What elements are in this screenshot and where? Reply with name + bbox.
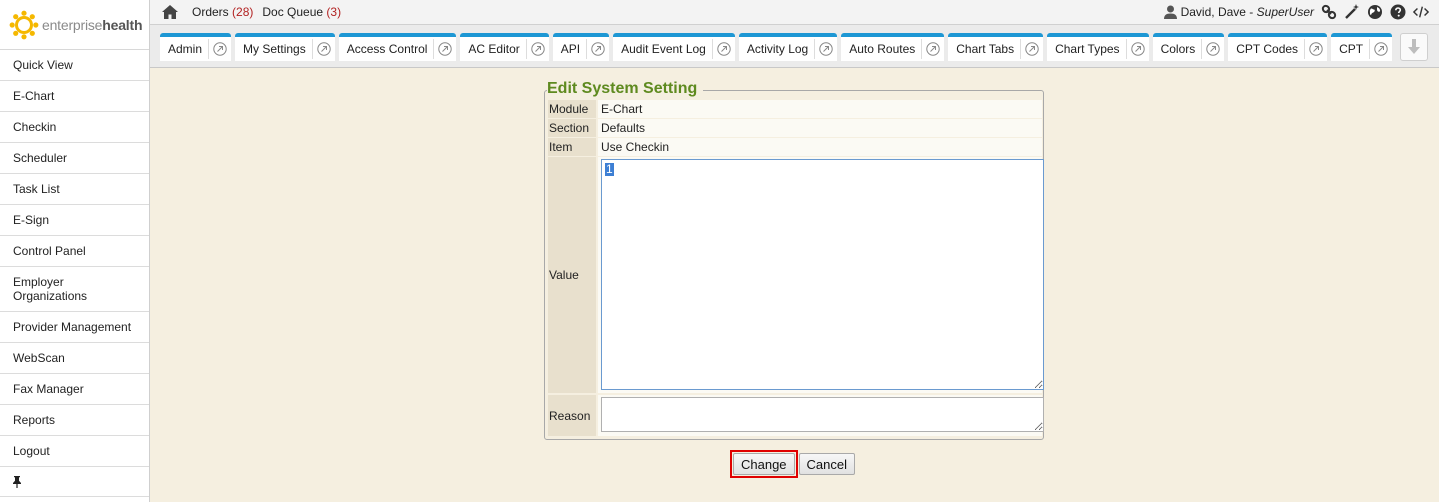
popout-icon[interactable] — [1305, 42, 1327, 56]
tab-admin[interactable]: Admin — [160, 33, 232, 61]
popout-icon[interactable] — [313, 42, 335, 56]
popout-icon[interactable] — [209, 42, 231, 56]
help-icon[interactable] — [1390, 4, 1406, 20]
tab-bar: Admin My Settings Access Control AC Editor A… — [150, 25, 1439, 68]
logo[interactable]: enterprisehealth — [0, 0, 149, 50]
module-label: Module — [548, 100, 596, 118]
wand-icon[interactable] — [1344, 4, 1360, 20]
tab-label: API — [553, 39, 588, 59]
sidebar-item-reports[interactable]: Reports — [0, 405, 149, 436]
reason-label: Reason — [548, 395, 596, 436]
change-button-highlight: Change — [730, 450, 798, 478]
tab-ac-editor[interactable]: AC Editor — [460, 33, 549, 61]
popout-icon[interactable] — [527, 42, 549, 56]
section-row: Section Defaults — [548, 119, 1042, 137]
tab-api[interactable]: API — [552, 33, 610, 61]
item-row: Item Use Checkin — [548, 138, 1042, 156]
module-value: E-Chart — [598, 100, 1042, 118]
tab-colors[interactable]: Colors — [1152, 33, 1225, 61]
section-value: Defaults — [598, 119, 1042, 137]
item-value: Use Checkin — [598, 138, 1042, 156]
home-icon[interactable] — [162, 5, 178, 19]
value-textarea[interactable] — [601, 159, 1044, 390]
item-label: Item — [548, 138, 596, 156]
value-row: Value 1 — [548, 157, 1044, 393]
user-icon — [1163, 5, 1177, 19]
popout-icon[interactable] — [587, 42, 609, 56]
logo-text: enterprisehealth — [42, 16, 143, 33]
user-area: David, Dave - SuperUser — [1163, 4, 1429, 20]
sidebar-item-webscan[interactable]: WebScan — [0, 343, 149, 374]
form-legend: Edit System Setting — [547, 80, 704, 98]
pin-button[interactable] — [0, 467, 149, 497]
popout-icon[interactable] — [1127, 42, 1149, 56]
tab-strip: Admin My Settings Access Control AC Editor A… — [160, 33, 1398, 61]
edit-system-setting-form: Edit System Setting Module E-Chart Secti… — [544, 80, 1044, 440]
sidebar-item-label: Employer Organizations — [13, 275, 88, 303]
tab-audit-event-log[interactable]: Audit Event Log — [613, 33, 735, 61]
sidebar-item-e-chart[interactable]: E-Chart — [0, 81, 149, 112]
sidebar-item-scheduler[interactable]: Scheduler — [0, 143, 149, 174]
popout-icon[interactable] — [1021, 42, 1043, 56]
tab-activity-log[interactable]: Activity Log — [738, 33, 838, 61]
tab-auto-routes[interactable]: Auto Routes — [841, 33, 945, 61]
sidebar-item-quick-view[interactable]: Quick View — [0, 50, 149, 81]
sidebar-item-employer-organizations[interactable]: Employer Organizations — [0, 267, 149, 312]
globe-icon[interactable] — [1367, 4, 1383, 20]
popout-icon[interactable] — [1370, 42, 1392, 56]
value-text-selected: 1 — [605, 162, 614, 176]
form-buttons: Change Cancel — [730, 450, 858, 478]
reason-textarea[interactable] — [601, 397, 1044, 432]
doc-queue-link[interactable]: Doc Queue (3) — [262, 5, 341, 19]
user-name[interactable]: David, Dave - SuperUser — [1181, 5, 1314, 19]
sidebar-item-logout[interactable]: Logout — [0, 436, 149, 467]
tab-label: Chart Types — [1047, 39, 1127, 59]
popout-icon[interactable] — [1202, 42, 1224, 56]
change-button[interactable]: Change — [733, 453, 795, 475]
top-bar: Orders (28) Doc Queue (3) David, Dave - … — [150, 0, 1439, 25]
sidebar-item-task-list[interactable]: Task List — [0, 174, 149, 205]
tab-cpt-codes[interactable]: CPT Codes — [1228, 33, 1328, 61]
tab-chart-types[interactable]: Chart Types — [1047, 33, 1149, 61]
tab-label: Colors — [1153, 39, 1203, 59]
tab-label: CPT Codes — [1228, 39, 1306, 59]
sidebar-item-e-sign[interactable]: E-Sign — [0, 205, 149, 236]
tab-scroll-button[interactable] — [1400, 33, 1428, 61]
popout-icon[interactable] — [434, 42, 456, 56]
sidebar-item-control-panel[interactable]: Control Panel — [0, 236, 149, 267]
arrow-down-icon — [1408, 39, 1420, 54]
tab-chart-tabs[interactable]: Chart Tabs — [948, 33, 1044, 61]
tab-label: Auto Routes — [841, 39, 923, 59]
link-icon[interactable] — [1321, 4, 1337, 20]
value-label: Value — [548, 157, 596, 393]
pin-icon — [13, 475, 21, 488]
cancel-button[interactable]: Cancel — [798, 453, 856, 475]
sidebar-item-fax-manager[interactable]: Fax Manager — [0, 374, 149, 405]
orders-link[interactable]: Orders (28) — [192, 5, 253, 19]
tab-label: Chart Tabs — [948, 39, 1022, 59]
tab-my-settings[interactable]: My Settings — [235, 33, 335, 61]
tab-label: Activity Log — [739, 39, 816, 59]
code-icon[interactable] — [1413, 4, 1429, 20]
sidebar-item-provider-management[interactable]: Provider Management — [0, 312, 149, 343]
tab-label: AC Editor — [460, 39, 527, 59]
sidebar: enterprisehealth Quick View E-Chart Chec… — [0, 0, 150, 502]
tab-label: CPT — [1331, 39, 1371, 59]
popout-icon[interactable] — [713, 42, 735, 56]
popout-icon[interactable] — [922, 42, 944, 56]
tab-label: Admin — [160, 39, 210, 59]
sidebar-item-checkin[interactable]: Checkin — [0, 112, 149, 143]
module-row: Module E-Chart — [548, 100, 1042, 118]
popout-icon[interactable] — [815, 42, 837, 56]
tab-access-control[interactable]: Access Control — [338, 33, 457, 61]
section-label: Section — [548, 119, 596, 137]
tab-cpt[interactable]: CPT — [1331, 33, 1393, 61]
reason-row: Reason — [548, 395, 1044, 436]
sun-logo-icon — [9, 10, 39, 39]
tab-label: Audit Event Log — [613, 39, 713, 59]
tab-label: My Settings — [235, 39, 313, 59]
tab-label: Access Control — [339, 39, 435, 59]
